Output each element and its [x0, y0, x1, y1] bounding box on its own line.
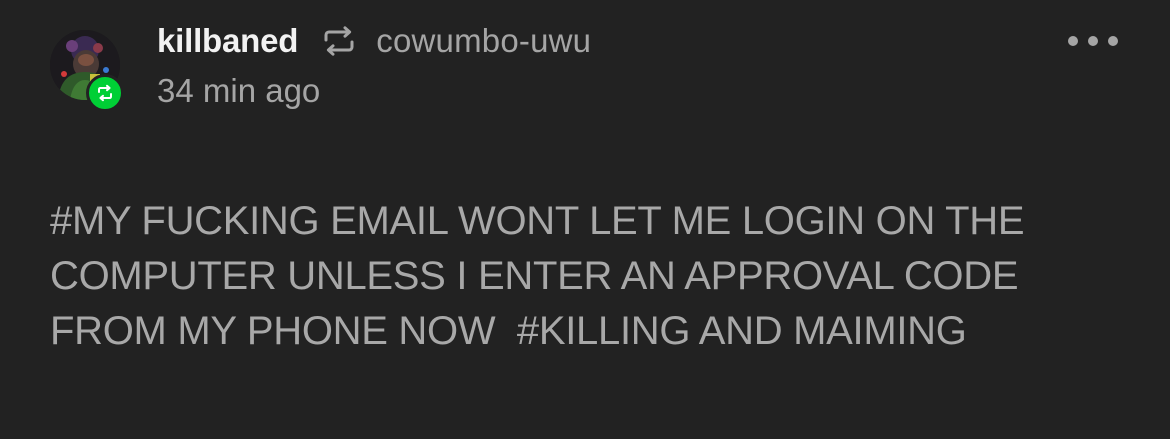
reblog-icon [98, 84, 112, 102]
post-card: killbaned cowumbo-uwu 34 min ago #MY FUC… [0, 0, 1170, 439]
author-username[interactable]: killbaned [157, 22, 298, 60]
reblogged-from-username[interactable]: cowumbo-uwu [376, 22, 591, 60]
post-tags: #MY FUCKING EMAIL WONT LET ME LOGIN ON T… [50, 194, 1130, 359]
reblog-badge [86, 74, 124, 112]
post-header: killbaned cowumbo-uwu [157, 18, 591, 64]
avatar-group[interactable] [50, 30, 124, 112]
more-options-icon-dot [1088, 36, 1098, 46]
more-options-button[interactable] [1058, 26, 1128, 56]
reblog-icon [322, 26, 356, 56]
more-options-icon [1068, 36, 1078, 46]
post-timestamp[interactable]: 34 min ago [157, 72, 320, 110]
tag-link[interactable]: #KILLING AND MAIMING [517, 309, 967, 353]
more-options-icon-dot [1108, 36, 1118, 46]
